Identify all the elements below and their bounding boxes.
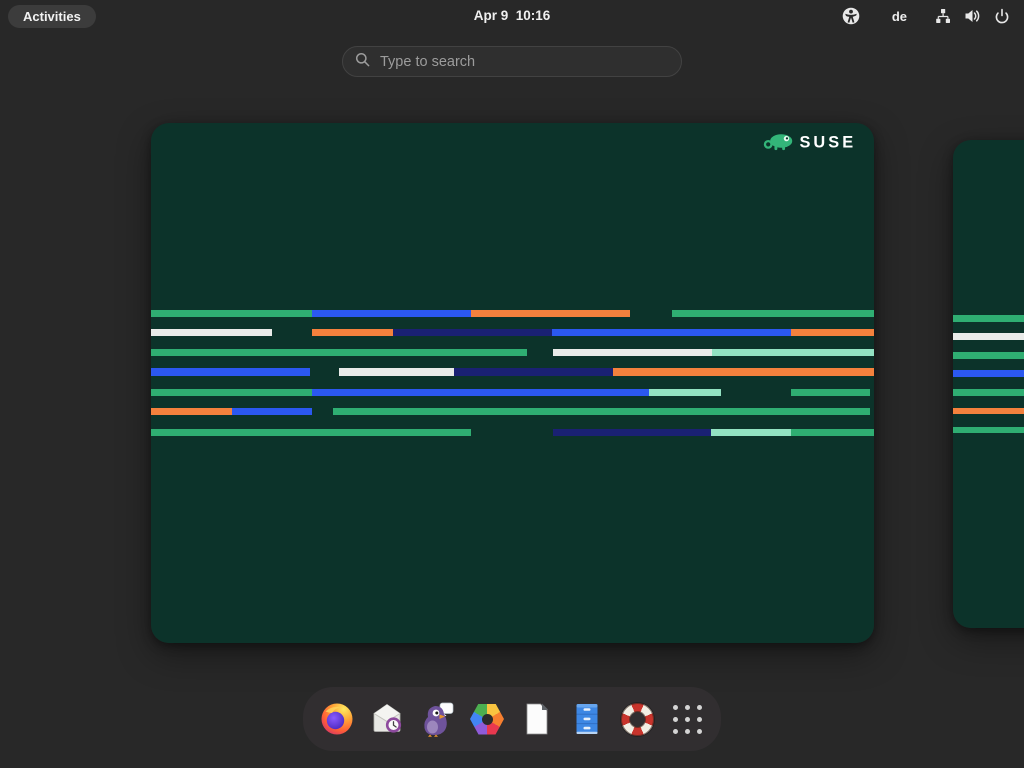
suse-logo: SUSE: [761, 128, 861, 159]
app-grid-dot: [685, 705, 690, 710]
wallpaper-stripe: [649, 389, 721, 396]
wallpaper-stripe: [454, 368, 613, 375]
top-bar: Activities Apr 9 10:16 de: [0, 0, 1024, 32]
app-grid-icon: [673, 705, 702, 734]
wallpaper-stripe: [953, 389, 1024, 396]
wallpaper-stripe: [672, 310, 874, 317]
app-grid-dot: [697, 717, 702, 722]
pidgin-icon: [419, 701, 455, 737]
wallpaper-stripe: [151, 368, 310, 375]
wallpaper-stripe: [791, 389, 870, 396]
app-grid-dot: [673, 705, 678, 710]
wallpaper-stripe-row: [953, 389, 1024, 396]
wallpaper-stripe: [553, 349, 712, 356]
dock-item-help[interactable]: [619, 701, 655, 737]
wallpaper-stripe-row: [151, 408, 874, 415]
system-tray: de: [842, 0, 1024, 32]
app-grid-dot: [697, 705, 702, 710]
wallpaper-stripe: [393, 329, 552, 336]
wallpaper-stripe: [151, 310, 312, 317]
network-wired-icon[interactable]: [935, 8, 951, 24]
dock-item-show-apps[interactable]: [669, 701, 705, 737]
wallpaper-stripe: [553, 429, 711, 436]
window-preview-suse-desktop-2[interactable]: [953, 140, 1024, 628]
wallpaper-stripe-row: [953, 315, 1024, 322]
search-bar[interactable]: [342, 46, 682, 77]
firefox-icon: [319, 701, 355, 737]
suse-wallpaper: [151, 123, 874, 643]
app-grid-dot: [685, 729, 690, 734]
wallpaper-stripe: [953, 427, 1024, 434]
clock[interactable]: Apr 9 10:16: [474, 0, 551, 32]
wallpaper-stripe-row: [953, 370, 1024, 377]
wallpaper-stripe-row: [953, 408, 1024, 415]
wallpaper-stripe-row: [953, 352, 1024, 359]
software-icon: [470, 704, 504, 735]
wallpaper-stripe-row: [151, 389, 874, 396]
libreoffice-icon: [519, 701, 555, 737]
volume-icon[interactable]: [964, 8, 981, 24]
wallpaper-stripe: [711, 429, 791, 436]
wallpaper-stripe: [613, 368, 874, 375]
search-icon: [355, 52, 380, 72]
wallpaper-stripe: [339, 368, 454, 375]
wallpaper-stripe: [791, 429, 874, 436]
wallpaper-stripe: [151, 408, 232, 415]
wallpaper-stripe: [312, 310, 471, 317]
help-lifebuoy-icon: [621, 703, 654, 736]
app-grid-dot: [673, 717, 678, 722]
dock-item-evolution[interactable]: [369, 701, 405, 737]
dock-item-firefox[interactable]: [319, 701, 355, 737]
dock-item-files[interactable]: [569, 701, 605, 737]
wallpaper-stripe: [953, 315, 1024, 322]
app-grid-dot: [697, 729, 702, 734]
wallpaper-stripe-row: [151, 368, 874, 375]
wallpaper-stripe: [712, 349, 874, 356]
wallpaper-stripe-row: [151, 429, 874, 436]
wallpaper-stripe-row: [151, 329, 874, 336]
gnome-activities-overview: Activities Apr 9 10:16 de: [0, 0, 1024, 768]
activities-button[interactable]: Activities: [8, 5, 96, 28]
wallpaper-stripe: [791, 329, 874, 336]
wallpaper-stripe: [953, 408, 1024, 415]
search-input[interactable]: [380, 54, 669, 70]
wallpaper-stripe-row: [953, 427, 1024, 434]
keyboard-layout-indicator[interactable]: de: [892, 9, 907, 24]
dock-item-pidgin[interactable]: [419, 701, 455, 737]
wallpaper-stripe-row: [151, 349, 874, 356]
app-grid-dot: [685, 717, 690, 722]
wallpaper-stripe: [151, 389, 312, 396]
wallpaper-stripe: [953, 333, 1024, 340]
power-icon[interactable]: [994, 8, 1010, 24]
wallpaper-stripe: [312, 389, 649, 396]
wallpaper-stripe-row: [953, 333, 1024, 340]
window-preview-suse-desktop[interactable]: SUSE: [151, 123, 874, 643]
wallpaper-stripe: [151, 429, 471, 436]
wallpaper-stripe: [953, 370, 1024, 377]
wallpaper-stripe: [312, 329, 393, 336]
suse-chameleon-icon: SUSE: [761, 128, 861, 154]
wallpaper-stripe: [151, 329, 272, 336]
accessibility-icon[interactable]: [842, 7, 860, 25]
suse-logo-text: SUSE: [799, 133, 856, 151]
wallpaper-stripe: [953, 352, 1024, 359]
evolution-mail-icon: [369, 701, 405, 737]
wallpaper-stripe-row: [151, 310, 874, 317]
wallpaper-stripe: [151, 349, 527, 356]
app-grid-dot: [673, 729, 678, 734]
suse-wallpaper: [953, 140, 1024, 628]
dock-item-software[interactable]: [469, 701, 505, 737]
wallpaper-stripe: [232, 408, 312, 415]
files-cabinet-icon: [569, 701, 605, 737]
dock-item-libreoffice[interactable]: [519, 701, 555, 737]
wallpaper-stripe: [333, 408, 870, 415]
dock: [303, 687, 721, 751]
wallpaper-stripe: [471, 310, 630, 317]
wallpaper-stripe: [552, 329, 791, 336]
